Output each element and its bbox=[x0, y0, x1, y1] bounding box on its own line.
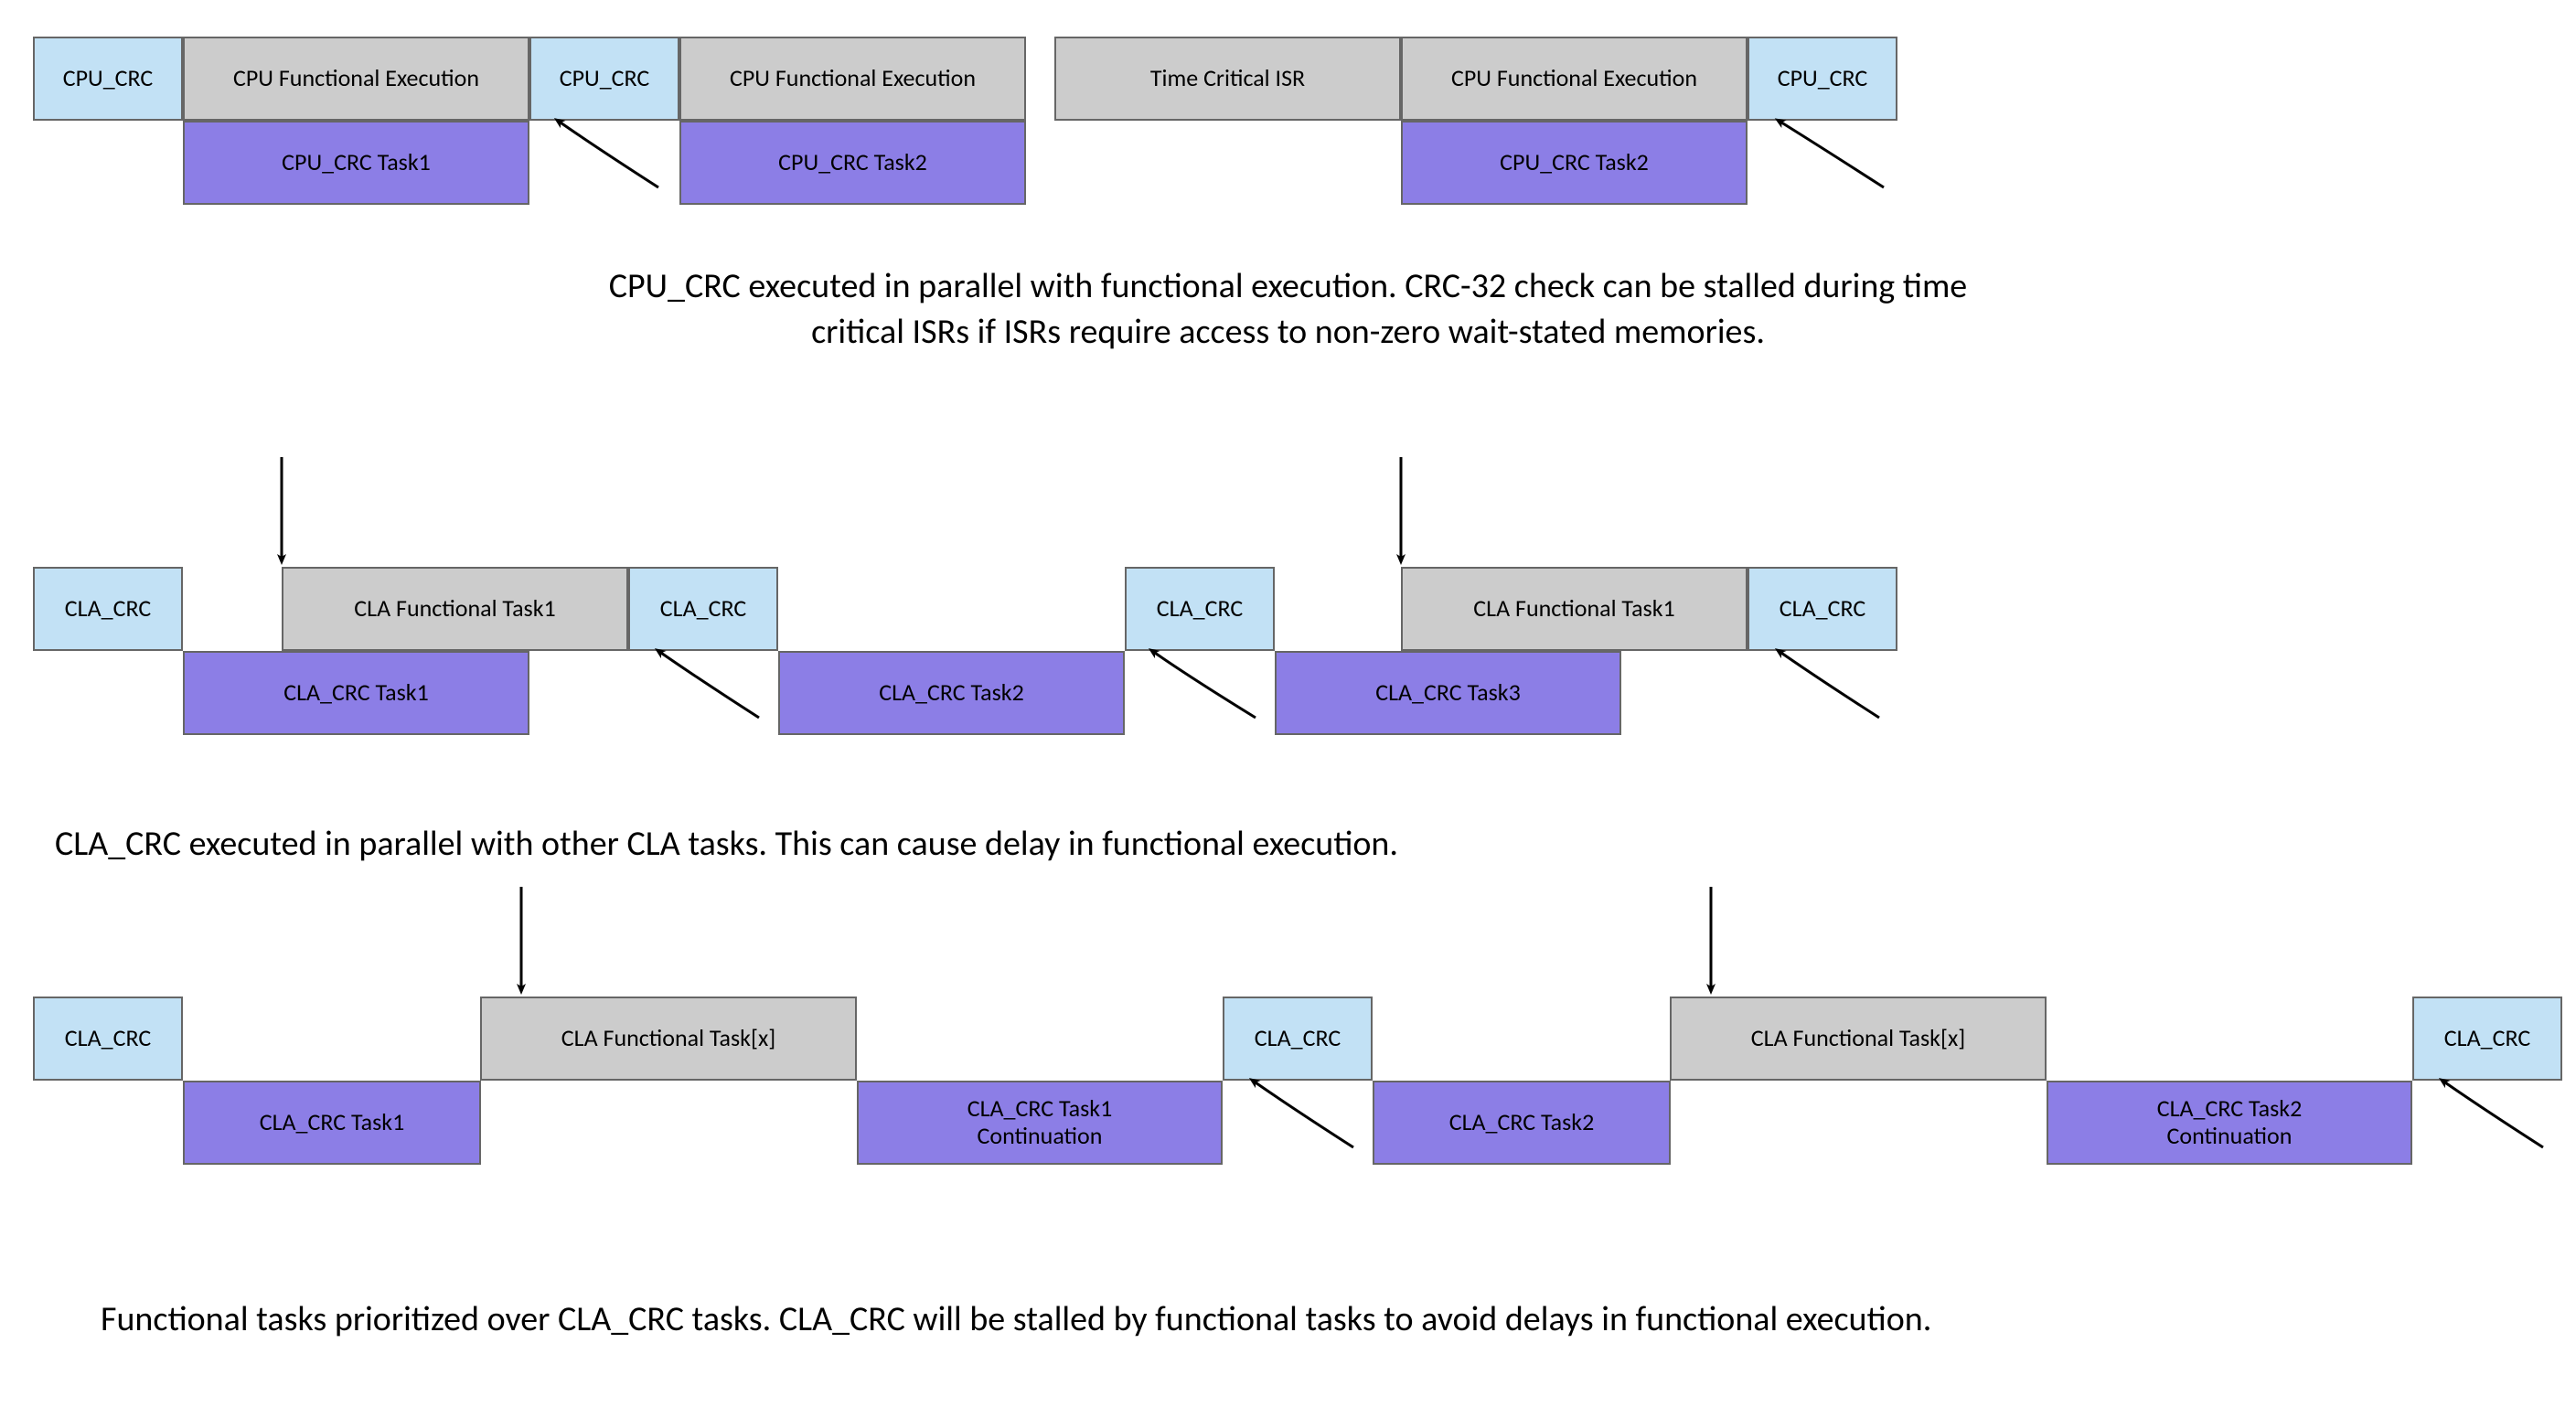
cla-task2-box: CLA_CRC Task2 bbox=[1373, 1081, 1671, 1165]
cpu-crc-box: CPU_CRC bbox=[529, 37, 679, 121]
cla-task2-box: CLA_CRC Task2 bbox=[778, 651, 1125, 735]
caption-1b: critical ISRs if ISRs require access to … bbox=[0, 311, 2576, 353]
cla-func1-box: CLA Functional Task1 bbox=[1401, 567, 1748, 651]
cla-task3-box: CLA_CRC Task3 bbox=[1275, 651, 1621, 735]
cla-task2c-box: CLA_CRC Task2 Continuation bbox=[2047, 1081, 2412, 1165]
cla-func1-box: CLA Functional Task1 bbox=[282, 567, 628, 651]
cla-crc-box: CLA_CRC bbox=[1748, 567, 1897, 651]
cla-task1-box: CLA_CRC Task1 bbox=[183, 651, 529, 735]
time-isr-box: Time Critical ISR bbox=[1054, 37, 1401, 121]
caption-2: CLA_CRC executed in parallel with other … bbox=[0, 823, 2576, 865]
cla-funcx-box: CLA Functional Task[x] bbox=[480, 997, 857, 1081]
cpu-crc-box: CPU_CRC bbox=[1748, 37, 1897, 121]
cpu-task1-box: CPU_CRC Task1 bbox=[183, 121, 529, 205]
diagram-canvas: CPU_CRC CPU Functional Execution CPU_CRC… bbox=[0, 0, 2576, 1407]
cla-crc-box: CLA_CRC bbox=[1125, 567, 1275, 651]
cla-task1c-box: CLA_CRC Task1 Continuation bbox=[857, 1081, 1223, 1165]
cla-crc-box: CLA_CRC bbox=[1223, 997, 1373, 1081]
cla-crc-box: CLA_CRC bbox=[33, 567, 183, 651]
cpu-task2-box: CPU_CRC Task2 bbox=[1401, 121, 1748, 205]
cla-task1-box: CLA_CRC Task1 bbox=[183, 1081, 481, 1165]
caption-1a: CPU_CRC executed in parallel with functi… bbox=[0, 265, 2576, 307]
cla-crc-box: CLA_CRC bbox=[2412, 997, 2562, 1081]
cpu-crc-box: CPU_CRC bbox=[33, 37, 183, 121]
caption-3: Functional tasks prioritized over CLA_CR… bbox=[0, 1298, 2576, 1340]
cla-crc-box: CLA_CRC bbox=[33, 997, 183, 1081]
cpu-func-box: CPU Functional Execution bbox=[183, 37, 529, 121]
cpu-task2-box: CPU_CRC Task2 bbox=[679, 121, 1026, 205]
cla-funcx-box: CLA Functional Task[x] bbox=[1670, 997, 2047, 1081]
cla-crc-box: CLA_CRC bbox=[628, 567, 778, 651]
cpu-func-box: CPU Functional Execution bbox=[679, 37, 1026, 121]
cpu-func-box: CPU Functional Execution bbox=[1401, 37, 1748, 121]
